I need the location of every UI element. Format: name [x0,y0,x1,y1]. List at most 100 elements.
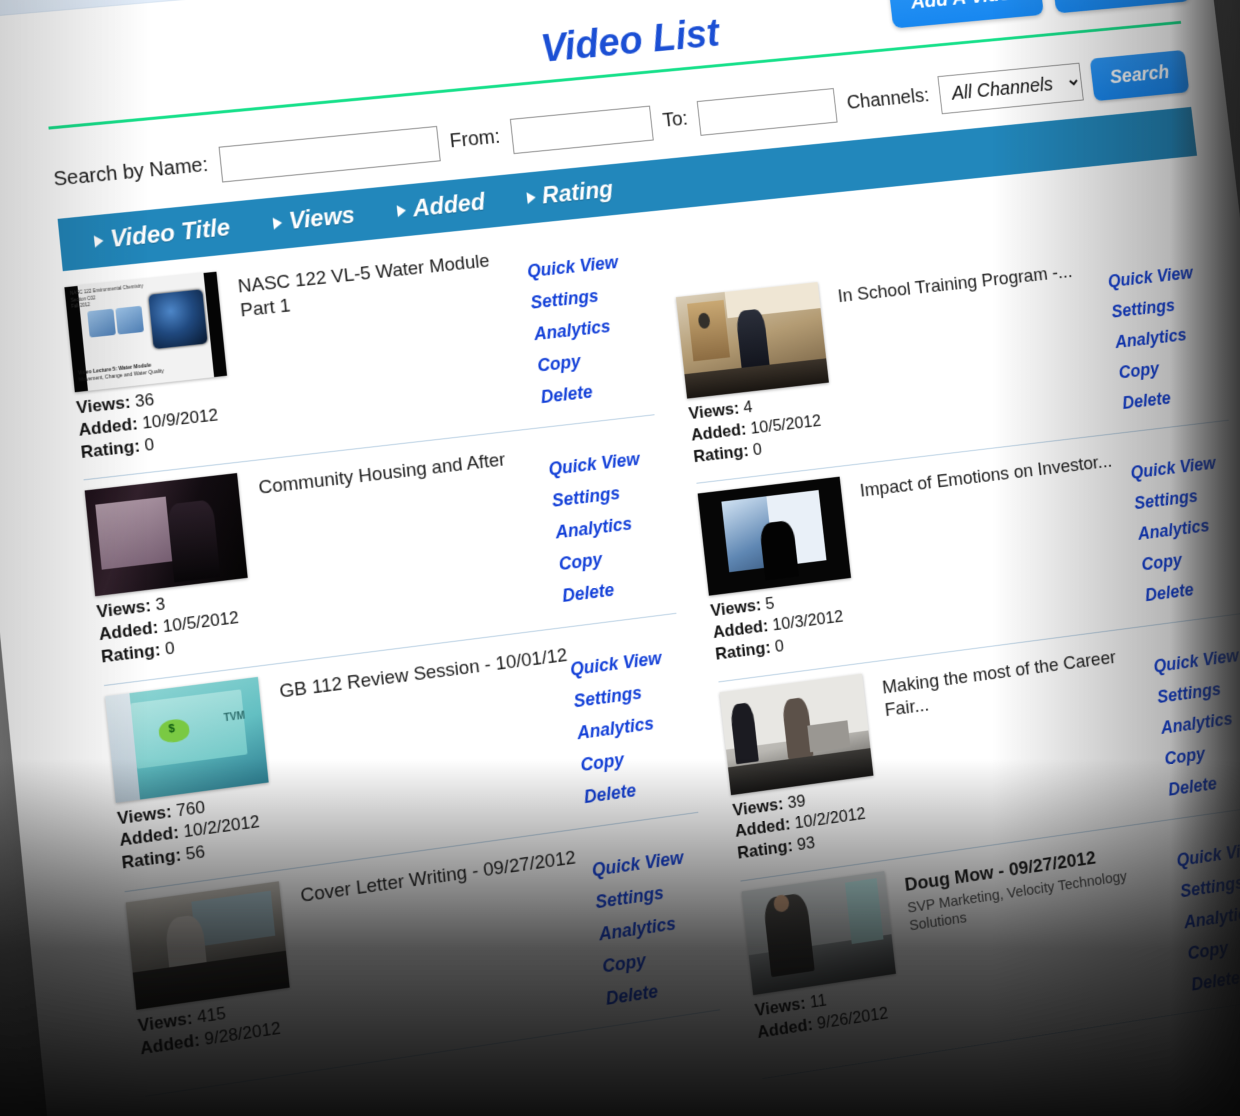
sort-rating[interactable]: Rating [525,176,614,212]
sort-label: Added [411,189,486,224]
channels-select[interactable]: All Channels [938,62,1084,114]
video-thumbnail[interactable] [720,673,874,795]
delete-link[interactable]: Delete [605,981,659,1010]
video-thumbnail[interactable] [698,477,851,596]
copy-link[interactable]: Copy [1118,359,1160,384]
sort-added[interactable]: Added [396,189,486,225]
video-thumbnail[interactable]: NASC 122 Environmental Chemistry Section… [64,272,227,393]
analytics-link[interactable]: Analytics [1183,902,1240,933]
video-thumbnail[interactable] [742,871,896,995]
video-title[interactable]: In School Training Program -... [837,257,1108,309]
analytics-link[interactable]: Analytics [576,713,655,744]
video-actions: Quick View Settings Analytics Copy Delet… [524,229,653,412]
delete-link[interactable]: Delete [1144,580,1195,606]
sort-views[interactable]: Views [272,202,356,238]
thumbnail-column: Views: 415 Added: 9/28/2012 [126,880,305,1079]
video-actions: Quick View Settings Analytics Copy Delet… [567,623,697,811]
search-button[interactable]: Search [1090,50,1189,101]
video-thumbnail[interactable] [126,881,290,1010]
analytics-link[interactable]: Analytics [533,316,611,345]
analytics-link[interactable]: Analytics [1114,325,1188,353]
from-label: From: [449,126,501,153]
copy-link[interactable]: Copy [601,950,647,977]
settings-link[interactable]: Settings [530,286,600,314]
projection-screen [95,496,172,570]
video-actions: Quick View Settings Analytics Copy Delet… [545,425,674,610]
sort-label: Video Title [109,214,231,254]
delete-link[interactable]: Delete [1167,773,1218,800]
video-thumbnail[interactable] [676,282,829,399]
views-value: 5 [764,594,775,614]
video-meta: Views: 3 Added: 10/5/2012 Rating: 0 [96,582,263,668]
thumbnail-column: TVM Views: 760 Added: 10/2/2012 Rating: … [105,675,284,874]
search-name-input[interactable] [218,125,440,182]
settings-link[interactable]: Settings [594,882,664,913]
page-body: Add A Video Add A Live Video List Search… [0,0,1240,1116]
settings-link[interactable]: Settings [551,483,621,512]
delete-link[interactable]: Delete [1121,388,1172,414]
copy-link[interactable]: Copy [1163,743,1206,769]
quick-view-link[interactable]: Quick View [1107,263,1194,292]
page-title: Video List [539,12,722,72]
video-title[interactable]: NASC 122 VL-5 Water Module Part 1 [237,246,530,323]
analytics-link[interactable]: Analytics [554,514,633,544]
thumbnail-column: Views: 3 Added: 10/5/2012 Rating: 0 [85,472,263,668]
quick-view-link[interactable]: Quick View [526,252,619,282]
quick-view-link[interactable]: Quick View [548,449,641,480]
tilted-page: Video Layouts [0,0,1240,1116]
podium [687,300,730,361]
triangle-icon [94,235,104,248]
settings-link[interactable]: Settings [1111,296,1177,323]
analytics-link[interactable]: Analytics [1137,516,1211,545]
video-thumbnail[interactable]: TVM [105,676,269,802]
to-label: To: [662,108,689,133]
from-date-input[interactable] [510,105,654,153]
analytics-link[interactable]: Analytics [598,913,677,945]
search-by-name-label: Search by Name: [53,154,210,192]
video-title-column: Cover Letter Writing - 09/27/2012 [287,838,607,1055]
triangle-icon [273,217,283,230]
slide-square-icon [115,306,144,335]
rating-value: 56 [185,842,206,864]
rating-value: 0 [774,636,785,656]
delete-link[interactable]: Delete [1190,967,1240,995]
delete-link[interactable]: Delete [561,580,615,607]
slide-square-icon [87,309,116,338]
video-thumbnail[interactable] [85,473,248,596]
video-actions: Quick View Settings Analytics Copy Delet… [589,822,719,1009]
triangle-icon [397,204,407,217]
quick-view-link[interactable]: Quick View [1176,838,1240,871]
video-title-column: Community Housing and After [245,438,564,648]
settings-link[interactable]: Settings [1179,872,1240,902]
copy-link[interactable]: Copy [580,749,625,776]
speaker-silhouette [735,308,770,374]
copy-link[interactable]: Copy [536,351,581,376]
views-value: 4 [742,397,753,417]
views-value: 760 [175,797,206,820]
people-silhouette [167,499,220,582]
copy-link[interactable]: Copy [558,549,603,575]
quick-view-link[interactable]: Quick View [569,647,662,680]
video-actions: Quick View Settings Analytics Copy Delet… [1104,240,1227,417]
settings-link[interactable]: Settings [1133,486,1199,514]
thumbnail-column: Views: 11 Added: 9/26/2012 [742,870,911,1062]
rating-value: 0 [752,439,763,459]
settings-link[interactable]: Settings [573,682,643,712]
settings-link[interactable]: Settings [1156,679,1222,708]
quick-view-link[interactable]: Quick View [591,847,685,881]
delete-link[interactable]: Delete [540,382,594,408]
copy-link[interactable]: Copy [1141,550,1184,575]
to-date-input[interactable] [697,88,838,136]
quick-view-link[interactable]: Quick View [1152,645,1239,676]
triangle-icon [526,191,536,204]
delete-link[interactable]: Delete [583,780,637,808]
video-title-column: In School Training Program -... [825,251,1124,450]
rating-value: 0 [164,638,175,659]
video-meta: Views: 4 Added: 10/5/2012 Rating: 0 [688,387,844,468]
sort-video-title[interactable]: Video Title [93,214,231,256]
video-meta: Views: 39 Added: 10/2/2012 Rating: 93 [732,779,889,864]
video-title-column: NASC 122 VL-5 Water Module Part 1 [224,240,542,445]
copy-link[interactable]: Copy [1187,938,1230,964]
quick-view-link[interactable]: Quick View [1130,453,1217,483]
analytics-link[interactable]: Analytics [1160,708,1234,738]
